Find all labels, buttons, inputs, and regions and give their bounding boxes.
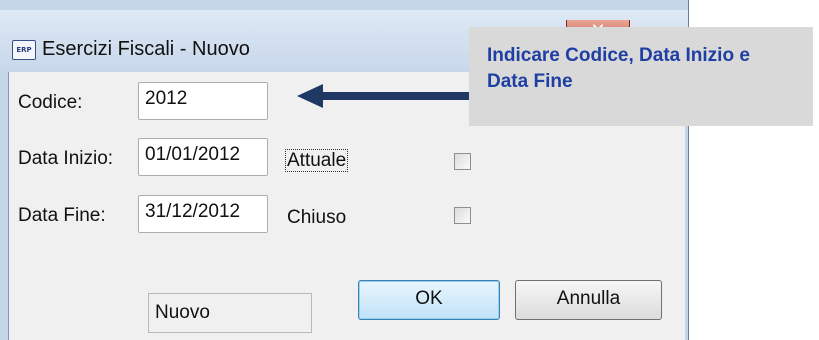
codice-field[interactable]: 2012 (138, 82, 268, 120)
window-title: Esercizi Fiscali - Nuovo (42, 38, 250, 60)
cancel-button[interactable]: Annulla (515, 280, 662, 320)
attuale-label-text: Attuale (285, 149, 349, 172)
data-fine-label: Data Fine: (18, 205, 106, 226)
data-inizio-label: Data Inizio: (18, 148, 114, 169)
ok-button[interactable]: OK (358, 280, 500, 320)
arrow-left-icon (297, 84, 469, 108)
status-field: Nuovo (148, 293, 312, 333)
attuale-label[interactable]: Attuale (285, 149, 349, 172)
attuale-checkbox[interactable] (454, 153, 471, 170)
erp-app-icon: ERP (12, 40, 36, 60)
data-inizio-field[interactable]: 01/01/2012 (138, 138, 268, 176)
data-fine-field[interactable]: 31/12/2012 (138, 195, 268, 233)
instruction-callout: Indicare Codice, Data Inizio e Data Fine (469, 27, 813, 126)
codice-label: Codice: (18, 92, 83, 113)
chiuso-checkbox[interactable] (454, 207, 471, 224)
chiuso-label: Chiuso (287, 207, 347, 228)
